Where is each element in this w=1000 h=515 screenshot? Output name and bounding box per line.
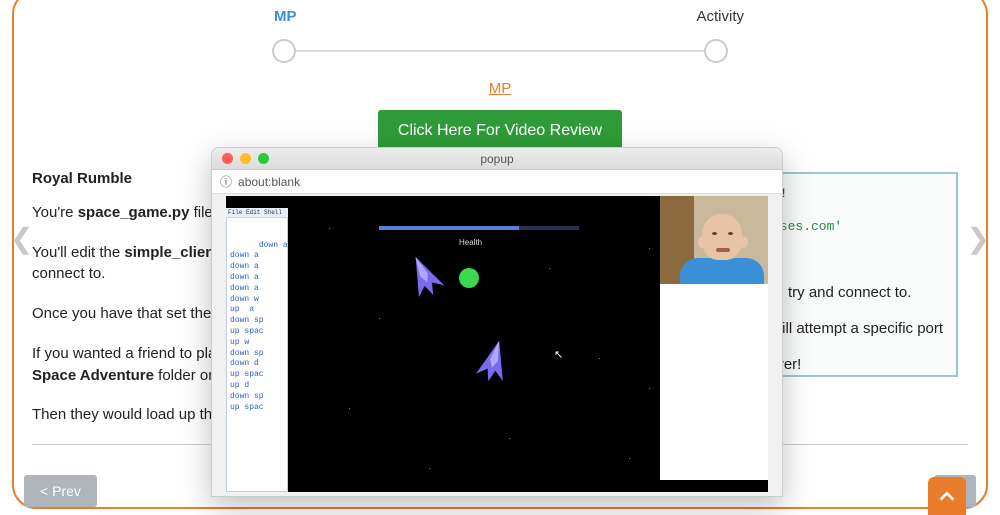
step-label-mp: MP — [274, 8, 297, 25]
carousel-next-icon[interactable]: ❯ — [967, 222, 990, 255]
window-controls — [212, 153, 269, 164]
green-orb — [459, 268, 479, 288]
video-area: File Edit Shell down a down a down a dow… — [226, 196, 768, 492]
step-node-activity[interactable] — [704, 39, 728, 63]
zoom-icon[interactable] — [258, 153, 269, 164]
step-label-activity: Activity — [696, 8, 744, 25]
spaceship-2 — [469, 334, 519, 387]
video-review-button[interactable]: Click Here For Video Review — [378, 110, 622, 152]
chevron-up-icon — [936, 485, 958, 507]
step-node-mp[interactable] — [272, 39, 296, 63]
presenter-webcam — [660, 196, 768, 284]
stepper: MP Activity — [24, 2, 976, 72]
stepper-line — [284, 50, 716, 52]
popup-url: about:blank — [238, 175, 300, 189]
popup-window: popup ⓘ about:blank File Edit Shell down… — [211, 147, 783, 497]
mp-link[interactable]: MP — [489, 80, 512, 97]
health-bar — [379, 226, 579, 230]
mouse-cursor-icon: ↖ — [554, 348, 563, 361]
carousel-prev-icon[interactable]: ❮ — [10, 222, 33, 255]
video-notes-panel — [660, 284, 768, 480]
popup-addressbar[interactable]: ⓘ about:blank — [212, 170, 782, 194]
minimize-icon[interactable] — [240, 153, 251, 164]
center-link-wrap: MP — [24, 80, 976, 98]
spaceship-1 — [397, 247, 452, 304]
code-tail-2: rses.com' — [772, 219, 944, 234]
close-icon[interactable] — [222, 153, 233, 164]
popup-title: popup — [212, 152, 782, 166]
right-paragraph: will try and connect to. t will attempt … — [763, 282, 958, 389]
popup-titlebar[interactable]: popup — [212, 148, 782, 170]
prev-button[interactable]: < Prev — [24, 475, 97, 507]
health-label: Health — [459, 238, 482, 247]
python-console: File Edit Shell down a down a down a dow… — [226, 208, 288, 492]
info-icon[interactable]: ⓘ — [220, 173, 232, 190]
python-console-header: File Edit Shell — [226, 208, 288, 218]
scroll-to-top-button[interactable] — [928, 477, 966, 515]
